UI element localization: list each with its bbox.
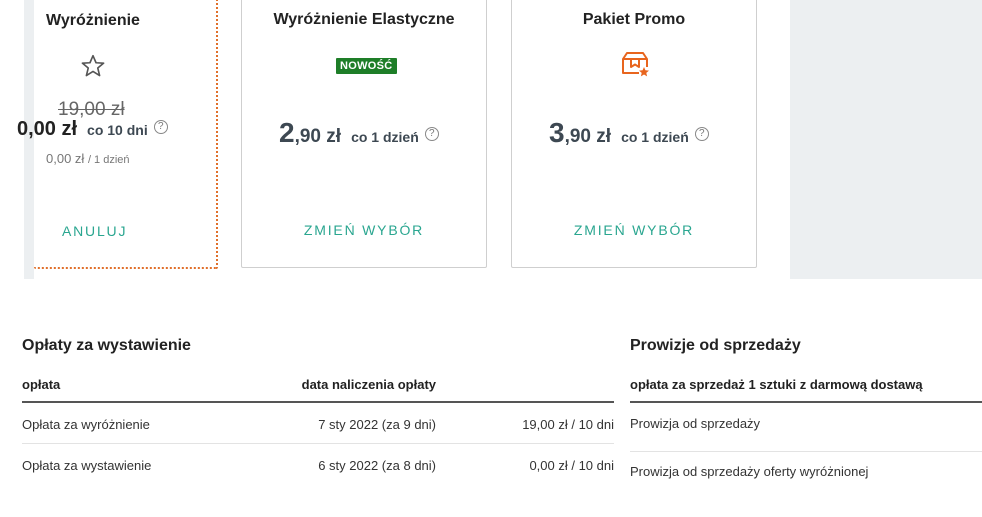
fees-table: opłata data naliczenia opłaty Opłata za … [22, 374, 614, 485]
card-title: Wyróżnienie [46, 12, 140, 29]
card-title: Wyróżnienie Elastyczne [273, 11, 455, 28]
fee-name: Opłata za wystawienie [22, 458, 152, 473]
price-period: co 10 dni [87, 122, 148, 138]
option-card-pakiet-promo[interactable]: Pakiet Promo 3 ,90 zł co 1 dzień ? ZMIEŃ… [511, 0, 757, 268]
table-row: Prowizja od sprzedaży oferty wyróżnionej [630, 464, 869, 479]
price-fraction: ,00 zł [28, 118, 78, 140]
help-icon[interactable]: ? [153, 120, 168, 134]
table-row: Prowizja od sprzedaży [630, 403, 982, 452]
daily-price-value: 0,00 zł [46, 151, 85, 166]
header-date: data naliczenia opłaty [301, 377, 436, 392]
package-star-icon [622, 52, 649, 77]
help-icon[interactable]: ? [694, 127, 709, 141]
fee-date: 6 sty 2022 (za 8 dni) [318, 458, 436, 473]
price: 2 ,90 zł co 1 dzień ? [279, 117, 439, 149]
card-title: Pakiet Promo [582, 11, 686, 28]
price-period: co 1 dzień [351, 129, 419, 145]
fee-date: 7 sty 2022 (za 9 dni) [318, 417, 436, 432]
fee-amount: 19,00 zł / 10 dni [522, 417, 614, 432]
star-outline-icon [81, 54, 105, 77]
daily-price: 0,00 zł / 1 dzień [46, 151, 130, 166]
price: 0 ,00 zł co 10 dni ? [17, 118, 168, 141]
commissions-table: opłata za sprzedaż 1 sztuki z darmową do… [630, 374, 982, 501]
header-fee: opłata [22, 377, 61, 392]
price-fraction: ,90 zł [294, 126, 342, 147]
option-card-wyroznienie[interactable]: Wyróżnienie 19,00 zł 0 ,00 zł co 10 dni … [17, 0, 218, 269]
commissions-section-title: Prowizje od sprzedaży [630, 337, 801, 354]
table-row: Opłata za wyróżnienie 7 sty 2022 (za 9 d… [22, 403, 614, 444]
help-icon[interactable]: ? [424, 127, 439, 141]
daily-price-period: / 1 dzień [87, 154, 130, 166]
fee-name: Opłata za wyróżnienie [22, 417, 150, 432]
fees-section-title: Opłaty za wystawienie [22, 337, 191, 354]
price-integer: 0 [17, 118, 29, 140]
price-integer: 3 [549, 117, 565, 148]
side-panel [790, 0, 982, 279]
commissions-header: opłata za sprzedaż 1 sztuki z darmową do… [630, 374, 982, 403]
price-integer: 2 [279, 117, 295, 148]
price-period: co 1 dzień [621, 129, 689, 145]
fee-amount: 0,00 zł / 10 dni [529, 458, 614, 473]
price: 3 ,90 zł co 1 dzień ? [549, 117, 709, 149]
new-badge: NOWOŚĆ [336, 58, 397, 74]
cancel-button[interactable]: ANULUJ [62, 223, 216, 239]
fees-table-header: opłata data naliczenia opłaty [22, 374, 614, 403]
option-card-wyroznienie-elastyczne[interactable]: Wyróżnienie Elastyczne NOWOŚĆ 2 ,90 zł c… [241, 0, 487, 268]
price-fraction: ,90 zł [564, 126, 612, 147]
change-choice-button[interactable]: ZMIEŃ WYBÓR [512, 222, 756, 238]
table-row: Opłata za wystawienie 6 sty 2022 (za 8 d… [22, 444, 614, 485]
change-choice-button[interactable]: ZMIEŃ WYBÓR [242, 222, 486, 238]
